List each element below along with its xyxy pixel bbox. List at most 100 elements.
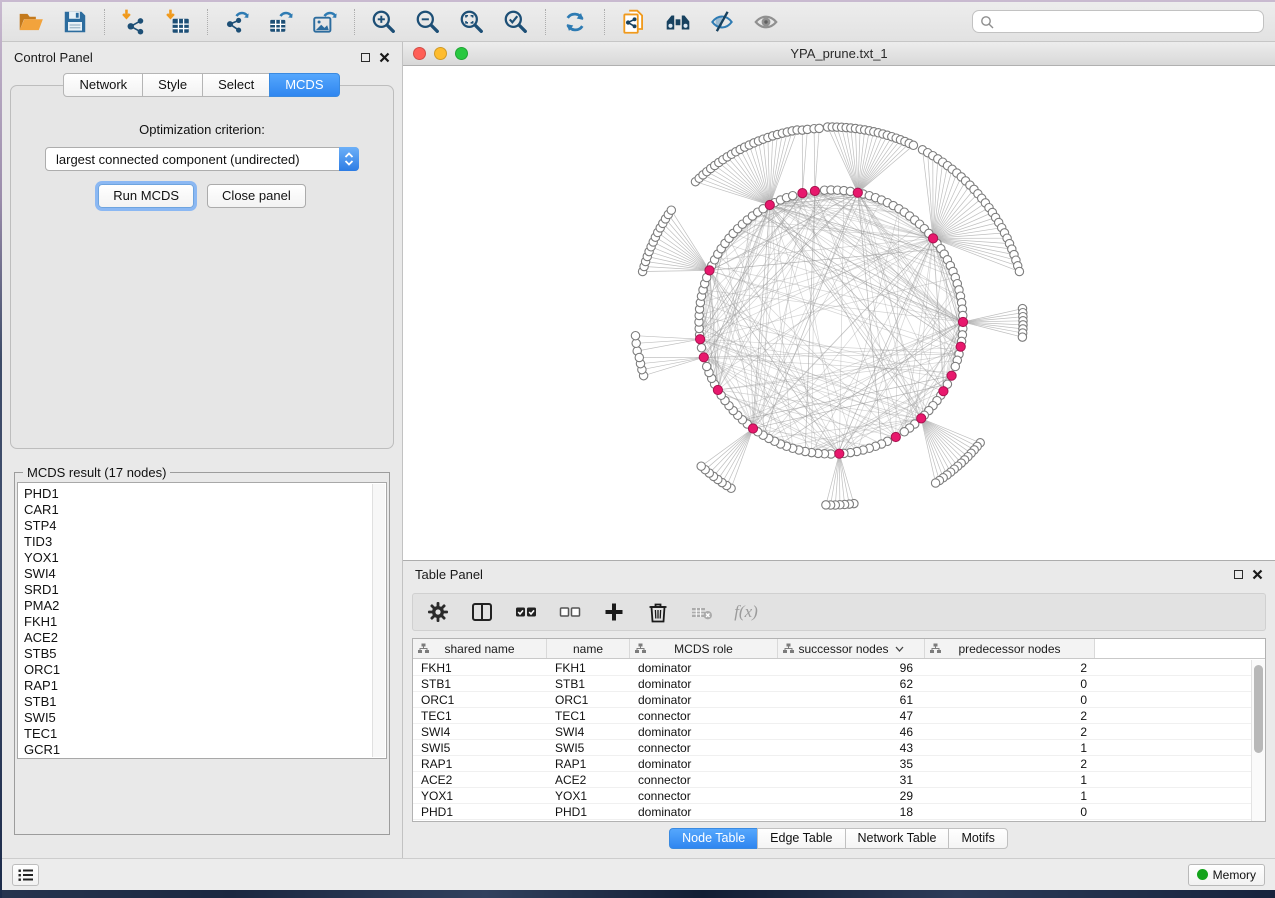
cell[interactable]: 35	[778, 756, 925, 771]
table-row[interactable]: FKH1FKH1dominator962	[413, 660, 1251, 676]
mcds-result-item[interactable]: ACE2	[24, 630, 386, 646]
cell[interactable]: connector	[630, 708, 778, 723]
cell[interactable]: connector	[630, 772, 778, 787]
float-table-panel-button[interactable]	[1234, 570, 1243, 579]
add-icon[interactable]	[597, 596, 631, 628]
cell[interactable]: RAP1	[547, 756, 630, 771]
cell[interactable]: 18	[778, 804, 925, 819]
deselect-all-icon[interactable]	[553, 596, 587, 628]
mcds-result-item[interactable]: RAP1	[24, 678, 386, 694]
network-graph[interactable]	[403, 66, 1267, 560]
zoom-out-icon[interactable]	[410, 6, 446, 38]
export-network-icon[interactable]	[219, 6, 255, 38]
tab-network-table[interactable]: Network Table	[845, 828, 950, 849]
cell[interactable]: 1	[925, 788, 1095, 803]
cell[interactable]: ORC1	[547, 692, 630, 707]
cell[interactable]: 47	[778, 708, 925, 723]
mcds-result-item[interactable]: PMA2	[24, 598, 386, 614]
tab-select[interactable]: Select	[202, 73, 270, 97]
mcds-result-item[interactable]: CAR1	[24, 502, 386, 518]
mcds-result-item[interactable]: YOX1	[24, 550, 386, 566]
cell[interactable]: ORC1	[413, 692, 547, 707]
mcds-result-item[interactable]: GCR1	[24, 742, 386, 758]
cell[interactable]: SWI4	[413, 724, 547, 739]
mcds-result-list[interactable]: PHD1CAR1STP4TID3YOX1SWI4SRD1PMA2FKH1ACE2…	[17, 482, 387, 759]
cell[interactable]: 0	[925, 804, 1095, 819]
cell[interactable]: dominator	[630, 660, 778, 675]
cell[interactable]: 2	[925, 660, 1095, 675]
float-panel-button[interactable]	[361, 53, 370, 62]
close-panel-button[interactable]	[379, 52, 390, 63]
table-row[interactable]: PHD1PHD1dominator180	[413, 804, 1251, 820]
mcds-result-item[interactable]: STP4	[24, 518, 386, 534]
table-row[interactable]: SWI4SWI4dominator462	[413, 724, 1251, 740]
minimize-window-icon[interactable]	[434, 47, 447, 60]
mcds-result-item[interactable]: PHD1	[24, 486, 386, 502]
close-mcds-panel-button[interactable]: Close panel	[207, 184, 306, 208]
function-icon[interactable]: f(x)	[729, 596, 763, 628]
refresh-icon[interactable]	[557, 6, 593, 38]
mcds-result-item[interactable]: FKH1	[24, 614, 386, 630]
cell[interactable]: 62	[778, 676, 925, 691]
save-session-icon[interactable]	[57, 6, 93, 38]
cell[interactable]: 0	[925, 692, 1095, 707]
search-input[interactable]	[999, 15, 1256, 29]
memory-button[interactable]: Memory	[1188, 864, 1265, 886]
cell[interactable]: RAP1	[413, 756, 547, 771]
show-all-icon[interactable]	[748, 6, 784, 38]
cell[interactable]: FKH1	[413, 660, 547, 675]
column-header[interactable]: shared name	[413, 639, 547, 658]
column-header[interactable]: predecessor nodes	[925, 639, 1095, 658]
cell[interactable]: PHD1	[547, 804, 630, 819]
zoom-selected-icon[interactable]	[498, 6, 534, 38]
mcds-result-item[interactable]: SWI4	[24, 566, 386, 582]
cell[interactable]: 2	[925, 708, 1095, 723]
mcds-result-item[interactable]: ORC1	[24, 662, 386, 678]
cell[interactable]: 31	[778, 772, 925, 787]
table-scrollbar[interactable]	[1251, 660, 1265, 821]
run-mcds-button[interactable]: Run MCDS	[98, 184, 194, 208]
mcds-result-item[interactable]: STB5	[24, 646, 386, 662]
table-row[interactable]: SWI5SWI5connector431	[413, 740, 1251, 756]
close-table-panel-button[interactable]	[1252, 569, 1263, 580]
cell[interactable]: dominator	[630, 724, 778, 739]
table-row[interactable]: TEC1TEC1connector472	[413, 708, 1251, 724]
mcds-result-item[interactable]: TID3	[24, 534, 386, 550]
cell[interactable]: dominator	[630, 692, 778, 707]
cell[interactable]: ACE2	[547, 772, 630, 787]
cell[interactable]: STB1	[547, 676, 630, 691]
cell[interactable]: SWI5	[547, 740, 630, 755]
zoom-in-icon[interactable]	[366, 6, 402, 38]
maximize-window-icon[interactable]	[455, 47, 468, 60]
cell[interactable]: 96	[778, 660, 925, 675]
tab-mcds[interactable]: MCDS	[269, 73, 339, 97]
column-header[interactable]: name	[547, 639, 630, 658]
select-all-icon[interactable]	[509, 596, 543, 628]
mcds-result-item[interactable]: STB1	[24, 694, 386, 710]
cell[interactable]: 1	[925, 772, 1095, 787]
cell[interactable]: 29	[778, 788, 925, 803]
cell[interactable]: PHD1	[413, 804, 547, 819]
status-list-button[interactable]	[12, 864, 39, 886]
hide-selected-icon[interactable]	[704, 6, 740, 38]
network-window-titlebar[interactable]: YPA_prune.txt_1	[403, 42, 1275, 66]
zoom-fit-icon[interactable]	[454, 6, 490, 38]
cell[interactable]: dominator	[630, 804, 778, 819]
network-canvas[interactable]	[403, 66, 1275, 560]
cell[interactable]: 1	[925, 740, 1095, 755]
cell[interactable]: 2	[925, 724, 1095, 739]
cell[interactable]: 61	[778, 692, 925, 707]
cell[interactable]: dominator	[630, 676, 778, 691]
cell[interactable]: YOX1	[413, 788, 547, 803]
cell[interactable]: STB1	[413, 676, 547, 691]
cell[interactable]: ACE2	[413, 772, 547, 787]
table-row[interactable]: YOX1YOX1connector291	[413, 788, 1251, 804]
cell[interactable]: TEC1	[413, 708, 547, 723]
find-icon[interactable]	[660, 6, 696, 38]
table-row[interactable]: ACE2ACE2connector311	[413, 772, 1251, 788]
settings-gear-icon[interactable]	[421, 596, 455, 628]
cell[interactable]: SWI4	[547, 724, 630, 739]
cell[interactable]: connector	[630, 740, 778, 755]
import-table-icon[interactable]	[160, 6, 196, 38]
cell[interactable]: 0	[925, 676, 1095, 691]
